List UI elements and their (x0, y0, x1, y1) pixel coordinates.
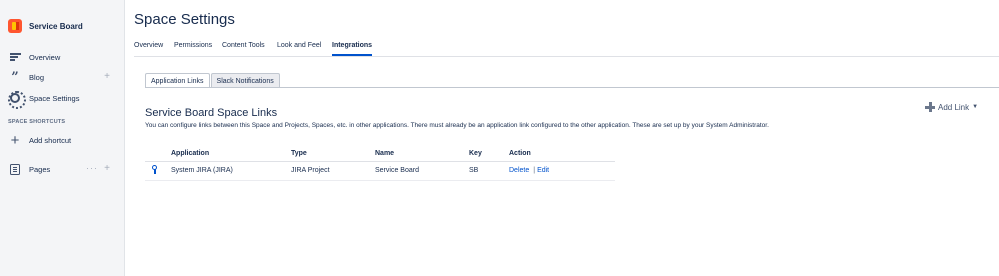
tab-look-and-feel[interactable]: Look and Feel (277, 41, 321, 51)
add-link-label: Add Link (938, 102, 970, 112)
table-header-row: Application Type Name Key Action (145, 146, 615, 162)
edit-link[interactable]: Edit (537, 167, 549, 174)
subtab-divider (145, 87, 999, 88)
sidebar-item-space-settings[interactable]: Space Settings (8, 91, 118, 109)
space-logo-icon (8, 19, 22, 33)
tab-overview[interactable]: Overview (134, 41, 163, 51)
plus-icon: + (10, 131, 20, 149)
more-options-icon[interactable]: ··· (86, 162, 98, 174)
plus-icon (925, 102, 935, 112)
header-type: Type (291, 146, 375, 162)
sidebar-item-label: Overview (29, 52, 61, 62)
cell-action: Delete | Edit (509, 161, 615, 181)
application-links-table: Application Type Name Key Action System … (145, 146, 615, 181)
settings-tabs: Overview Permissions Content Tools Look … (134, 41, 999, 57)
cell-type: JIRA Project (291, 161, 375, 181)
cell-application: System JIRA (JIRA) (171, 161, 291, 181)
header-key: Key (469, 146, 509, 162)
delete-link[interactable]: Delete (509, 167, 529, 174)
add-link-button[interactable]: Add Link ▼ (925, 102, 978, 112)
table-row: System JIRA (JIRA) JIRA Project Service … (145, 161, 615, 181)
header-icon-column (145, 146, 171, 162)
gear-icon (8, 91, 26, 109)
overview-icon (8, 50, 22, 64)
header-application: Application (171, 146, 291, 162)
application-icon-cell (145, 161, 171, 181)
header-name: Name (375, 146, 469, 162)
tab-integrations[interactable]: Integrations (332, 41, 373, 56)
subtab-slack-notifications[interactable]: Slack Notifications (210, 73, 280, 88)
subtab-application-links[interactable]: Application Links (145, 73, 210, 88)
add-shortcut-button[interactable]: + Add shortcut (8, 131, 118, 149)
section-title: Service Board Space Links (145, 107, 278, 119)
space-shortcuts-heading: SPACE SHORTCUTS (8, 119, 66, 125)
add-blog-icon[interactable]: + (104, 70, 110, 84)
cell-name: Service Board (375, 161, 469, 181)
sidebar-item-blog[interactable]: ” Blog + (8, 69, 118, 85)
sidebar-item-label: Space Settings (29, 93, 80, 103)
sidebar-item-label: Blog (29, 72, 45, 82)
sidebar-item-label: Pages (29, 164, 51, 174)
space-name: Service Board (29, 21, 83, 31)
chevron-down-icon: ▼ (972, 104, 979, 110)
add-page-icon[interactable]: + (104, 162, 110, 176)
section-description: You can configure links between this Spa… (145, 122, 769, 129)
space-header[interactable]: Service Board (8, 19, 83, 33)
cell-key: SB (469, 161, 509, 181)
tab-content-tools[interactable]: Content Tools (222, 41, 265, 51)
sidebar-item-pages[interactable]: Pages ··· + (8, 162, 118, 176)
header-action: Action (509, 146, 615, 162)
add-shortcut-label: Add shortcut (29, 135, 72, 145)
sidebar: Service Board Overview ” Blog + Space Se… (0, 0, 125, 276)
integration-subtabs: Application Links Slack Notifications (145, 73, 280, 88)
jira-application-icon (151, 165, 158, 174)
pages-icon (8, 162, 22, 176)
sidebar-item-overview[interactable]: Overview (8, 50, 118, 64)
action-separator: | (533, 167, 536, 174)
tab-permissions[interactable]: Permissions (174, 41, 212, 51)
page-title: Space Settings (134, 11, 235, 28)
blog-icon: ” (11, 69, 19, 85)
